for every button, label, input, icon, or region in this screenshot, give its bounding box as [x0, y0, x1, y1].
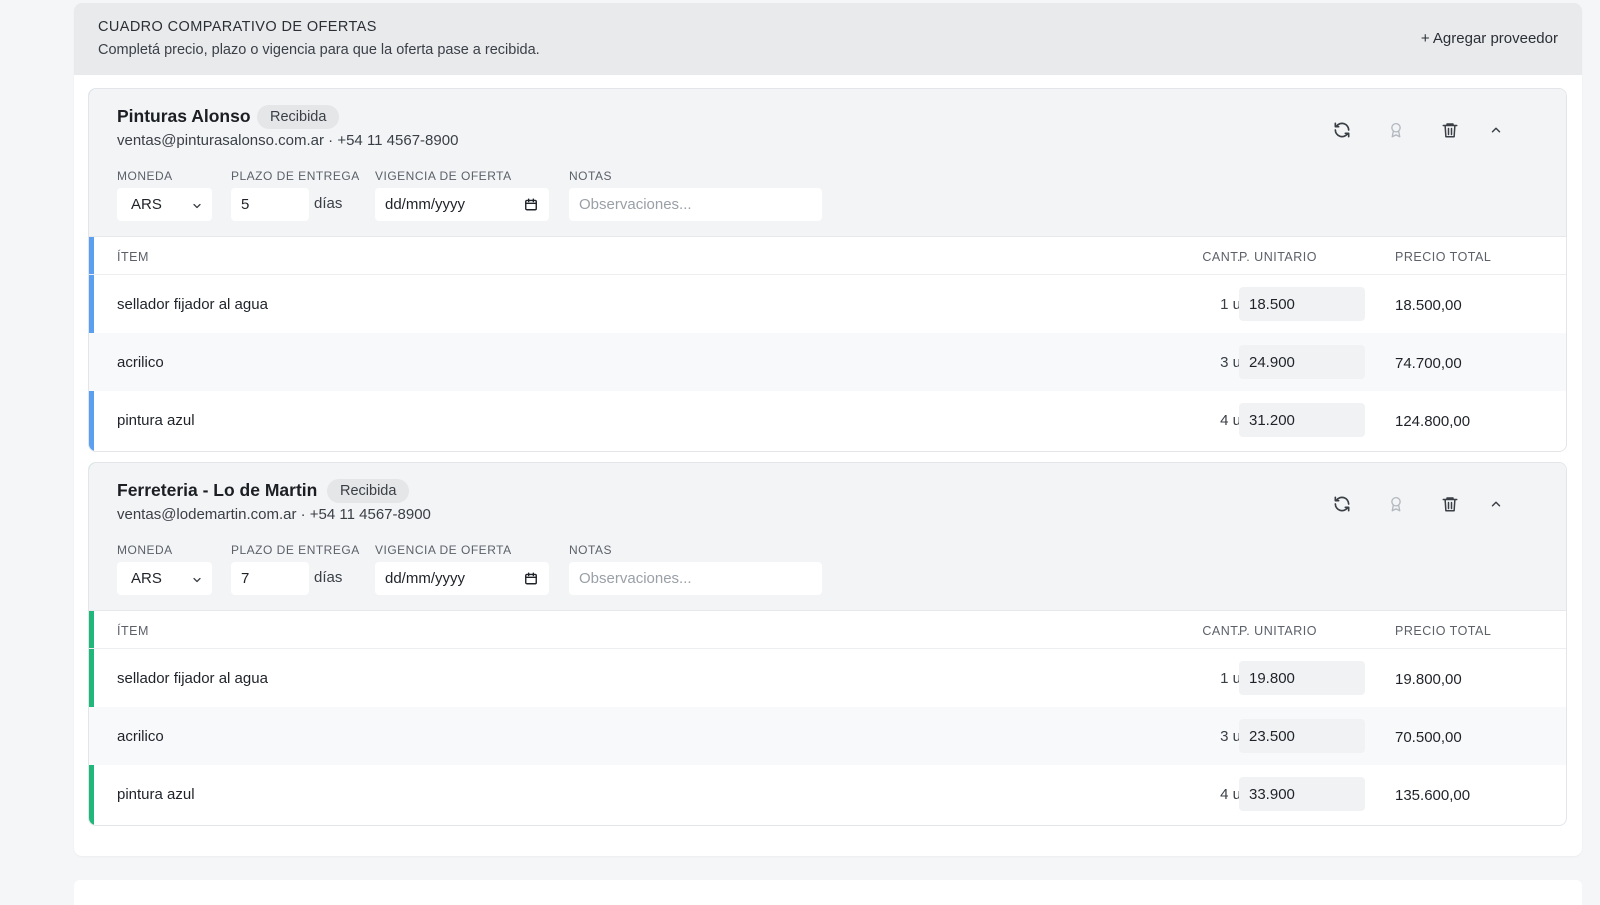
validity-date-input[interactable]: dd/mm/yyyy: [375, 188, 549, 221]
chevron-up-icon[interactable]: [1483, 117, 1509, 143]
item-name: acrilico: [117, 354, 164, 371]
chevron-down-icon: [191, 199, 203, 216]
item-name: sellador fijador al agua: [117, 670, 268, 687]
item-total: 74.700,00: [1395, 355, 1462, 372]
validity-label: VIGENCIA DE OFERTA: [375, 543, 512, 557]
col-total-header: PRECIO TOTAL: [1395, 624, 1492, 638]
calendar-icon[interactable]: [524, 571, 538, 590]
award-icon[interactable]: [1383, 491, 1409, 517]
notes-label: NOTAS: [569, 543, 612, 557]
col-item-header: ÍTEM: [117, 250, 149, 264]
lead-time-input[interactable]: 5: [231, 188, 309, 221]
supplier-contact: ventas@pinturasalonso.com.ar · +54 11 45…: [117, 132, 459, 149]
currency-label: MONEDA: [117, 543, 173, 557]
next-panel-edge: [74, 880, 1582, 905]
lead-time-value: 5: [241, 196, 250, 213]
table-row: acrilico 3 u 24.900 74.700,00: [89, 333, 1566, 391]
notes-placeholder: Observaciones...: [579, 196, 692, 213]
col-qty-header: CANT.: [1202, 250, 1241, 264]
notes-placeholder: Observaciones...: [579, 570, 692, 587]
days-label: días: [314, 569, 343, 586]
unit-price-input[interactable]: 19.800: [1239, 661, 1365, 695]
chevron-up-icon[interactable]: [1483, 491, 1509, 517]
lead-time-label: PLAZO DE ENTREGA: [231, 169, 360, 183]
item-qty: 4 u: [1220, 412, 1241, 429]
unit-price-input[interactable]: 33.900: [1239, 777, 1365, 811]
col-item-header: ÍTEM: [117, 624, 149, 638]
item-total: 124.800,00: [1395, 413, 1471, 430]
currency-label: MONEDA: [117, 169, 173, 183]
currency-value: ARS: [131, 196, 162, 213]
col-unit-price-header: P. UNITARIO: [1239, 624, 1317, 638]
award-icon[interactable]: [1383, 117, 1409, 143]
currency-value: ARS: [131, 570, 162, 587]
item-qty: 4 u: [1220, 786, 1241, 803]
table-header: ÍTEM CANT. P. UNITARIO PRECIO TOTAL: [89, 611, 1566, 649]
currency-select[interactable]: ARS: [117, 188, 212, 221]
table-header: ÍTEM CANT. P. UNITARIO PRECIO TOTAL: [89, 237, 1566, 275]
table-row: pintura azul 4 u 33.900 135.600,00: [89, 765, 1566, 823]
add-supplier-button[interactable]: + Agregar proveedor: [1421, 30, 1558, 47]
unit-price-input[interactable]: 18.500: [1239, 287, 1365, 321]
supplier-card-header: Ferreteria - Lo de Martin Recibida venta…: [89, 463, 1566, 611]
item-qty: 3 u: [1220, 728, 1241, 745]
validity-date-input[interactable]: dd/mm/yyyy: [375, 562, 549, 595]
status-badge: Recibida: [327, 479, 410, 503]
validity-label: VIGENCIA DE OFERTA: [375, 169, 512, 183]
table-row: sellador fijador al agua 1 u 18.500 18.5…: [89, 275, 1566, 333]
notes-input[interactable]: Observaciones...: [569, 188, 822, 221]
col-total-header: PRECIO TOTAL: [1395, 250, 1492, 264]
supplier-card-header: Pinturas Alonso Recibida ventas@pinturas…: [89, 89, 1566, 237]
item-total: 18.500,00: [1395, 297, 1462, 314]
trash-icon[interactable]: [1437, 117, 1463, 143]
notes-label: NOTAS: [569, 169, 612, 183]
item-name: acrilico: [117, 728, 164, 745]
chevron-down-icon: [191, 573, 203, 590]
calendar-icon[interactable]: [524, 197, 538, 216]
supplier-card: Ferreteria - Lo de Martin Recibida venta…: [88, 462, 1567, 826]
trash-icon[interactable]: [1437, 491, 1463, 517]
item-total: 135.600,00: [1395, 787, 1471, 804]
table-row: pintura azul 4 u 31.200 124.800,00: [89, 391, 1566, 449]
item-qty: 3 u: [1220, 354, 1241, 371]
lead-time-value: 7: [241, 570, 250, 587]
refresh-icon[interactable]: [1329, 117, 1355, 143]
item-name: sellador fijador al agua: [117, 296, 268, 313]
item-qty: 1 u: [1220, 670, 1241, 687]
notes-input[interactable]: Observaciones...: [569, 562, 822, 595]
days-label: días: [314, 195, 343, 212]
unit-price-input[interactable]: 31.200: [1239, 403, 1365, 437]
supplier-contact: ventas@lodemartin.com.ar · +54 11 4567-8…: [117, 506, 431, 523]
lead-time-label: PLAZO DE ENTREGA: [231, 543, 360, 557]
unit-price-input[interactable]: 24.900: [1239, 345, 1365, 379]
supplier-name: Ferreteria - Lo de Martin: [117, 480, 318, 500]
item-total: 70.500,00: [1395, 729, 1462, 746]
panel-title: CUADRO COMPARATIVO DE OFERTAS: [98, 19, 377, 35]
validity-value: dd/mm/yyyy: [385, 570, 466, 587]
item-qty: 1 u: [1220, 296, 1241, 313]
supplier-card: Pinturas Alonso Recibida ventas@pinturas…: [88, 88, 1567, 452]
currency-select[interactable]: ARS: [117, 562, 212, 595]
table-row: sellador fijador al agua 1 u 19.800 19.8…: [89, 649, 1566, 707]
table-row: acrilico 3 u 23.500 70.500,00: [89, 707, 1566, 765]
panel-header: CUADRO COMPARATIVO DE OFERTAS Completá p…: [74, 3, 1582, 75]
lead-time-input[interactable]: 7: [231, 562, 309, 595]
offers-comparison-panel: CUADRO COMPARATIVO DE OFERTAS Completá p…: [74, 3, 1582, 856]
col-unit-price-header: P. UNITARIO: [1239, 250, 1317, 264]
unit-price-input[interactable]: 23.500: [1239, 719, 1365, 753]
refresh-icon[interactable]: [1329, 491, 1355, 517]
supplier-name: Pinturas Alonso: [117, 106, 251, 126]
item-name: pintura azul: [117, 412, 195, 429]
col-qty-header: CANT.: [1202, 624, 1241, 638]
item-name: pintura azul: [117, 786, 195, 803]
panel-subtitle: Completá precio, plazo o vigencia para q…: [98, 42, 540, 58]
item-total: 19.800,00: [1395, 671, 1462, 688]
status-badge: Recibida: [257, 105, 340, 129]
validity-value: dd/mm/yyyy: [385, 196, 466, 213]
